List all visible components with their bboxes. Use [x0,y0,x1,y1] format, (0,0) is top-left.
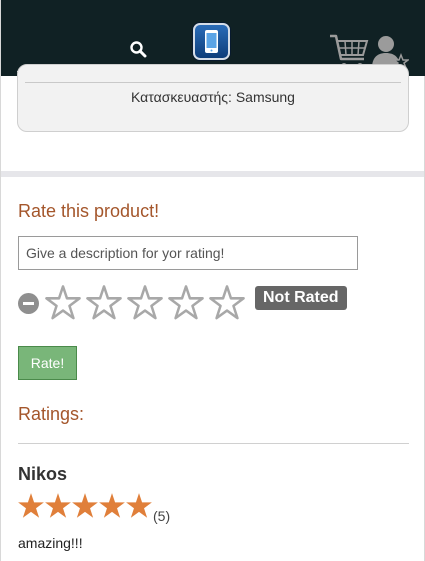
reviewer-name: Nikos [18,464,68,484]
rating-description-input[interactable] [18,236,358,270]
review-star-2-icon [45,493,71,518]
rate-button[interactable]: Rate! [18,346,77,380]
review-star-4-icon [99,493,125,518]
rate-section-title: Rate this product! [18,201,160,221]
section-separator [1,171,424,177]
rating-star-1-icon[interactable] [45,285,81,321]
search-icon[interactable] [129,40,147,58]
rating-star-3-icon[interactable] [127,285,163,321]
mobile-phone-logo-icon[interactable] [193,23,230,60]
rating-star-5-icon[interactable] [209,285,245,321]
review-star-1-icon [18,493,44,518]
review-comment: amazing!!! [18,535,83,551]
card-divider [25,82,401,83]
ratings-divider [18,443,409,444]
product-details-area: Κατασκευαστής: Samsung [1,64,424,172]
review-star-3-icon [72,493,98,518]
manufacturer-text: Κατασκευαστής: Samsung [131,89,295,105]
review-star-count: (5) [153,508,171,524]
rating-status-badge: Not Rated [255,286,347,310]
rating-star-4-icon[interactable] [168,285,204,321]
manufacturer-card: Κατασκευαστής: Samsung [17,64,409,132]
search-input[interactable] [17,34,117,62]
rating-star-2-icon[interactable] [86,285,122,321]
clear-rating-icon[interactable] [18,293,39,314]
ratings-section-title: Ratings: [18,404,85,424]
review-star-5-icon [126,493,152,518]
